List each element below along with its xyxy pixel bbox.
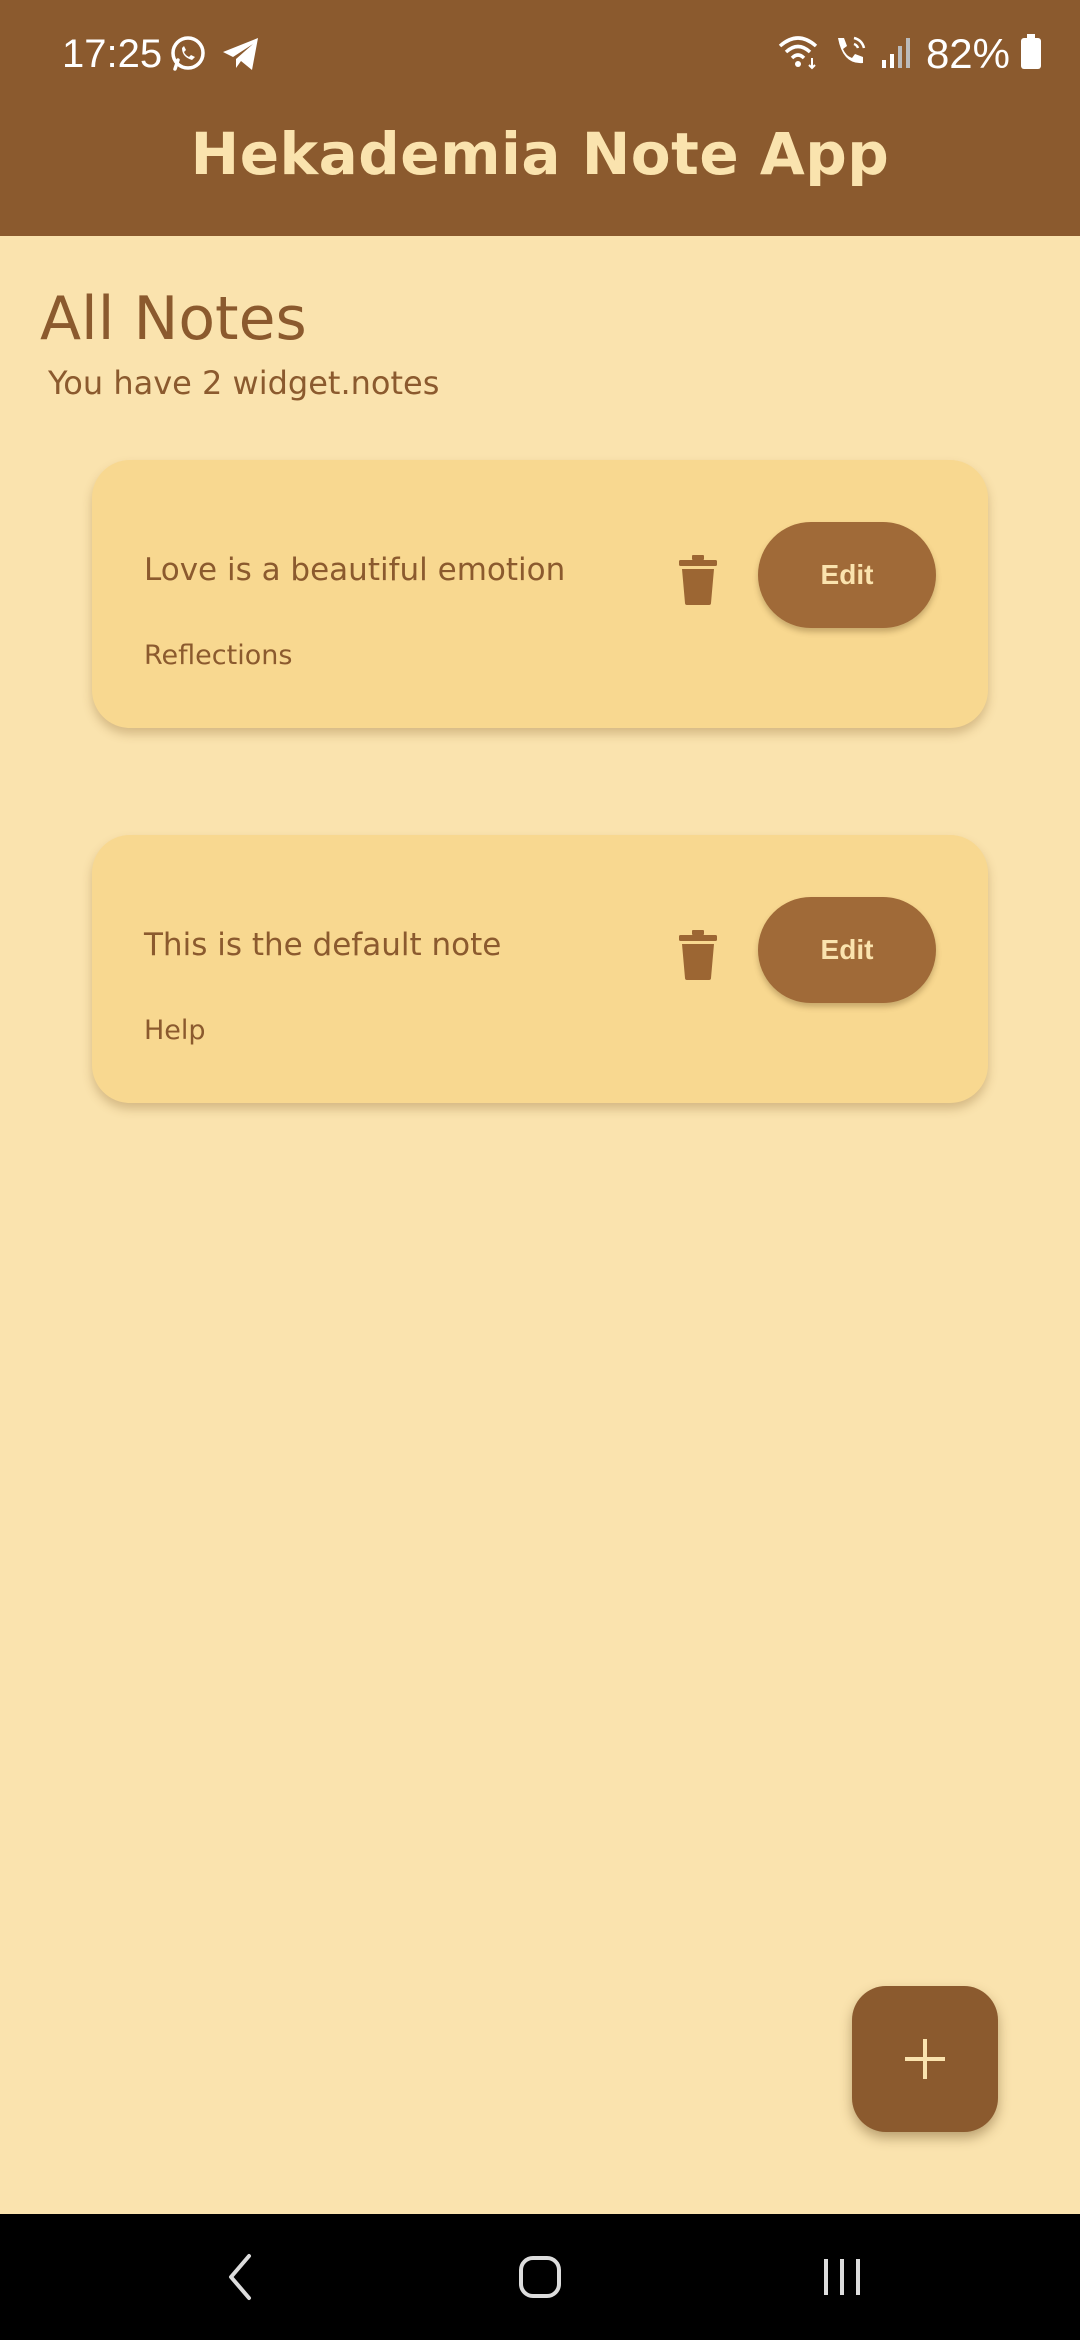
signal-icon (880, 32, 916, 76)
delete-note-button[interactable] (672, 925, 724, 985)
nav-recents-button[interactable] (762, 2214, 922, 2340)
nav-back-button[interactable] (160, 2214, 320, 2340)
nav-home-button[interactable] (460, 2214, 620, 2340)
home-icon (519, 2256, 561, 2298)
note-title: This is the default note (144, 927, 502, 963)
system-nav-bar (0, 2214, 1080, 2340)
page-title: All Notes (40, 284, 307, 354)
trash-icon (679, 555, 717, 605)
wifi-icon (776, 32, 820, 76)
add-note-button[interactable] (852, 1986, 998, 2132)
telegram-icon (220, 34, 262, 78)
whatsapp-icon (168, 34, 208, 78)
note-card[interactable]: Love is a beautiful emotion Reflections … (92, 460, 988, 728)
delete-note-button[interactable] (672, 550, 724, 610)
status-bar: 17:25 82% (0, 0, 1080, 110)
wifi-calling-icon (830, 32, 870, 76)
edit-note-button[interactable]: Edit (758, 897, 936, 1003)
note-title: Love is a beautiful emotion (144, 552, 566, 588)
battery-icon (1020, 34, 1042, 74)
app-title: Hekademia Note App (190, 120, 890, 188)
notes-count-text: You have 2 widget.notes (48, 364, 440, 402)
edit-note-button[interactable]: Edit (758, 522, 936, 628)
app-header: 17:25 82% Hekademia Note App (0, 0, 1080, 236)
plus-icon (905, 2039, 945, 2079)
status-right-icons: 82% (776, 30, 1042, 78)
status-left-icons (168, 34, 262, 78)
note-category: Reflections (144, 640, 293, 671)
trash-icon (679, 930, 717, 980)
note-card[interactable]: This is the default note Help Edit (92, 835, 988, 1103)
back-icon (229, 2254, 251, 2300)
note-category: Help (144, 1015, 206, 1046)
battery-percent: 82% (925, 30, 1010, 77)
recents-icon (824, 2259, 860, 2295)
status-time: 17:25 (62, 32, 163, 76)
